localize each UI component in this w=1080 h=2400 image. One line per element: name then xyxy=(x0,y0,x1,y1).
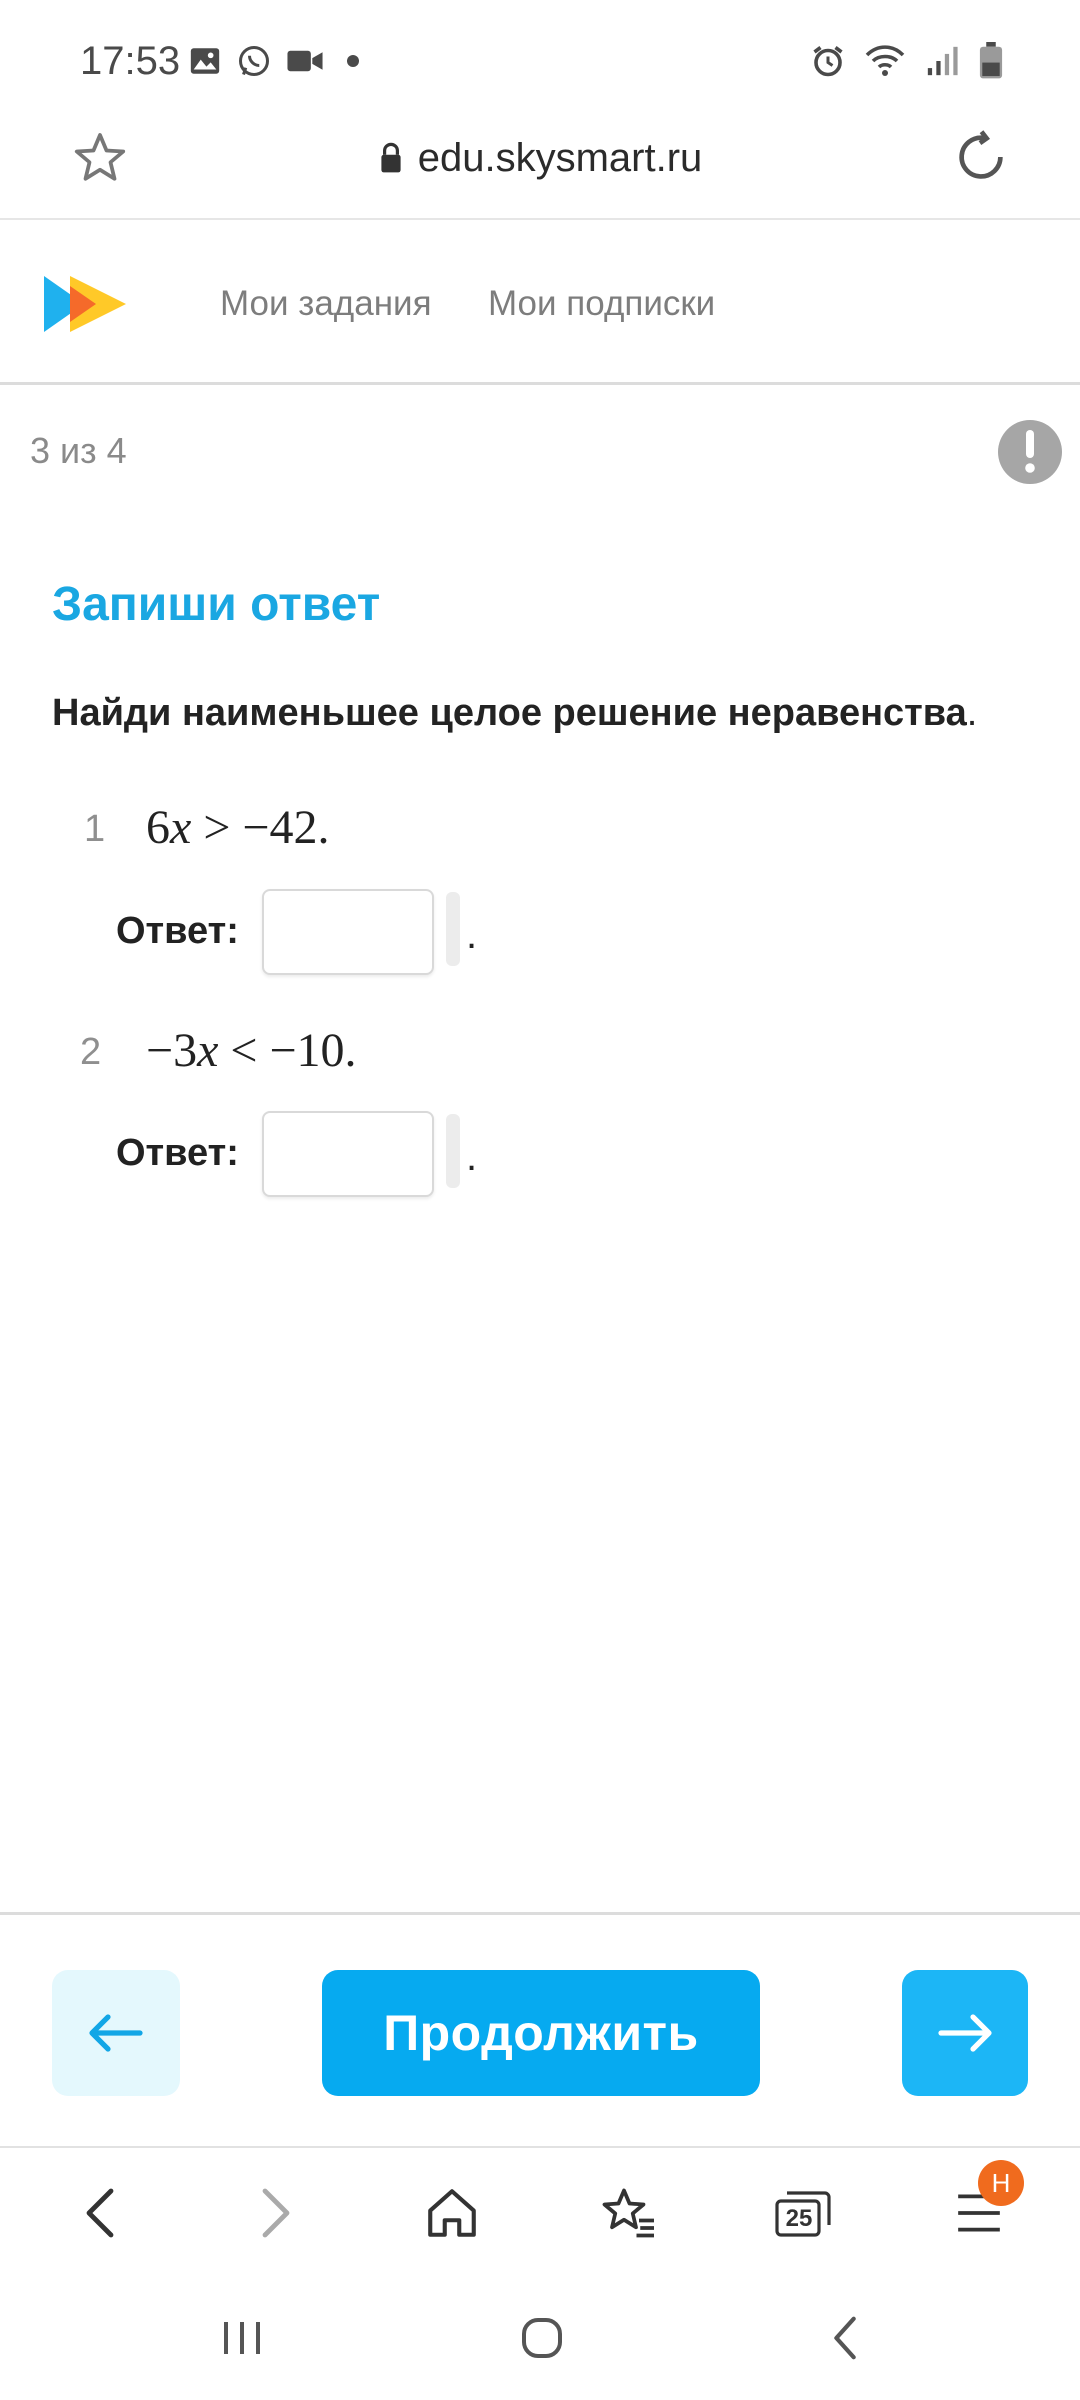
answer-input[interactable] xyxy=(262,1111,434,1197)
expression-rest: > −42. xyxy=(191,801,330,854)
next-button[interactable] xyxy=(902,1970,1028,2096)
task-instruction-period: . xyxy=(966,692,978,734)
expression-variable: x xyxy=(170,801,192,854)
expression-coefficient: −3 xyxy=(146,1024,198,1077)
continue-button[interactable]: Продолжить xyxy=(322,1970,760,2096)
video-icon xyxy=(287,50,323,72)
expression-rest: < −10. xyxy=(218,1024,357,1077)
recent-apps-icon xyxy=(224,2322,260,2354)
reload-button[interactable] xyxy=(950,126,1012,188)
lock-icon xyxy=(381,142,401,173)
status-notification-icons xyxy=(188,38,368,84)
answer-trailing-period: . xyxy=(466,913,478,957)
task-heading: Запиши ответ xyxy=(52,578,381,631)
logo-icon xyxy=(44,276,126,332)
answer-input[interactable] xyxy=(262,889,434,975)
nav-my-tasks[interactable]: Мои задания xyxy=(220,280,432,328)
wifi-icon xyxy=(865,45,905,76)
gallery-icon xyxy=(190,48,220,74)
tabs-count: 25 xyxy=(785,2205,813,2232)
home-nav-button[interactable] xyxy=(512,2308,572,2368)
task-progress: 3 из 4 xyxy=(30,430,127,471)
browser-tabs-button[interactable]: 25 xyxy=(768,2178,838,2248)
expression-variable: x xyxy=(197,1024,219,1077)
previous-button[interactable] xyxy=(52,1970,180,2096)
answer-input-handle xyxy=(446,1114,460,1188)
answer-input-handle xyxy=(446,892,460,966)
question-expression: −3x < −10. xyxy=(146,1023,357,1079)
signal-icon xyxy=(927,46,958,76)
browser-bookmarks-button[interactable] xyxy=(594,2178,664,2248)
task-instruction-text: Найди наименьшее целое решение неравенст… xyxy=(52,692,967,734)
reload-icon xyxy=(959,130,1003,179)
alarm-icon xyxy=(813,46,843,77)
header-divider xyxy=(0,382,1080,385)
answer-trailing-period: . xyxy=(466,1135,478,1179)
home-icon xyxy=(428,2189,476,2237)
action-bar-divider xyxy=(0,1912,1080,1915)
home-circle-icon xyxy=(522,2318,562,2358)
url-text: edu.skysmart.ru xyxy=(417,136,703,180)
skysmart-logo[interactable] xyxy=(40,272,130,336)
menu-notification-badge: H xyxy=(978,2160,1024,2206)
nav-my-subscriptions[interactable]: Мои подписки xyxy=(488,280,715,328)
arrow-right-icon xyxy=(938,2014,992,2052)
browser-bar-divider xyxy=(0,218,1080,220)
browser-back-button[interactable] xyxy=(66,2178,136,2248)
address-bar[interactable]: edu.skysmart.ru xyxy=(0,130,1080,186)
question-expression: 6x > −42. xyxy=(146,800,329,856)
dot-icon xyxy=(347,55,359,67)
recent-apps-button[interactable] xyxy=(212,2308,272,2368)
whatsapp-icon xyxy=(239,46,269,76)
expression-coefficient: 6 xyxy=(146,801,170,854)
status-time: 17:53 xyxy=(80,39,181,83)
answer-label: Ответ: xyxy=(116,1132,239,1174)
question-number: 1 xyxy=(84,808,106,850)
report-problem-button[interactable] xyxy=(998,420,1062,484)
exclamation-icon xyxy=(1025,430,1035,473)
browser-home-button[interactable] xyxy=(417,2178,487,2248)
task-instruction: Найди наименьшее целое решение неравенст… xyxy=(52,688,977,738)
answer-label: Ответ: xyxy=(116,910,239,952)
arrow-left-icon xyxy=(89,2014,143,2052)
browser-forward-button[interactable] xyxy=(240,2178,310,2248)
back-chevron-icon xyxy=(834,2316,856,2360)
status-system-icons xyxy=(810,38,1004,84)
chevron-right-icon xyxy=(262,2188,290,2238)
battery-icon xyxy=(979,42,1003,79)
bookmarks-star-icon xyxy=(602,2188,654,2238)
browser-toolbar-divider xyxy=(0,2146,1080,2148)
question-number: 2 xyxy=(80,1031,102,1073)
back-nav-button[interactable] xyxy=(816,2308,876,2368)
chevron-left-icon xyxy=(86,2188,114,2238)
